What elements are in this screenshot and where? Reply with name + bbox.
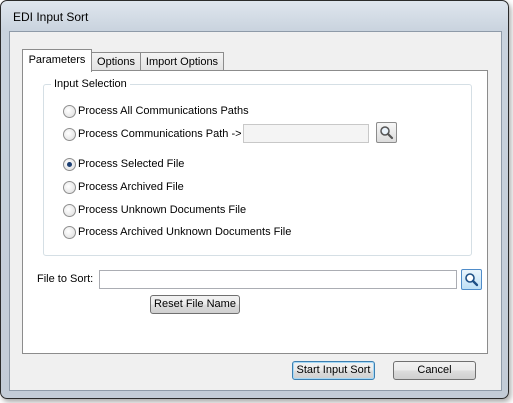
tab-options[interactable]: Options	[91, 52, 141, 71]
radio-button[interactable]	[63, 204, 76, 217]
radio-label: Process Unknown Documents File	[78, 204, 247, 216]
dialog-client-area: Parameters Options Import Options Input …	[9, 31, 502, 391]
radio-button[interactable]	[63, 105, 76, 118]
radio-button[interactable]	[63, 226, 76, 239]
tab-import-options[interactable]: Import Options	[140, 52, 224, 71]
window-title: EDI Input Sort	[13, 10, 89, 24]
radio-label: Process Communications Path ->	[78, 128, 242, 140]
cancel-button[interactable]: Cancel	[393, 361, 476, 380]
parameters-panel: Input Selection Process All Communicatio…	[22, 70, 488, 354]
radio-button[interactable]	[63, 128, 76, 141]
dialog-window: EDI Input Sort Parameters Options Import…	[0, 0, 509, 399]
comm-path-search-button[interactable]	[376, 122, 397, 143]
input-selection-label: Input Selection	[51, 78, 130, 90]
file-to-sort-field[interactable]	[99, 270, 457, 289]
radio-label: Process All Communications Paths	[78, 105, 249, 117]
radio-button[interactable]	[63, 158, 76, 171]
radio-label: Process Archived Unknown Documents File	[78, 226, 292, 238]
radio-button[interactable]	[63, 181, 76, 194]
file-browse-button[interactable]	[461, 269, 482, 290]
comm-path-field[interactable]	[243, 124, 369, 143]
radio-label: Process Selected File	[78, 158, 185, 170]
file-to-sort-label: File to Sort:	[37, 273, 94, 285]
title-bar[interactable]: EDI Input Sort	[1, 1, 508, 31]
radio-label: Process Archived File	[78, 181, 184, 193]
tab-parameters[interactable]: Parameters	[22, 49, 92, 72]
search-icon	[380, 126, 394, 140]
search-icon	[465, 273, 479, 287]
start-input-sort-button[interactable]: Start Input Sort	[292, 361, 375, 380]
reset-file-name-button[interactable]: Reset File Name	[150, 295, 240, 314]
input-selection-group: Input Selection Process All Communicatio…	[43, 78, 472, 256]
